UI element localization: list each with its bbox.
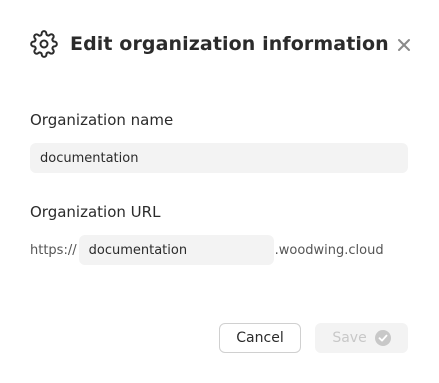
edit-organization-dialog: Edit organization information Organizati…: [0, 0, 439, 383]
organization-url-row: https:// .woodwing.cloud: [30, 235, 384, 265]
url-suffix: .woodwing.cloud: [274, 242, 384, 258]
save-button-label: Save: [332, 330, 367, 346]
organization-name-label: Organization name: [30, 111, 174, 129]
save-button[interactable]: Save: [315, 323, 408, 353]
close-icon[interactable]: [396, 37, 412, 53]
organization-url-label: Organization URL: [30, 203, 161, 221]
cancel-button[interactable]: Cancel: [219, 323, 301, 353]
cancel-button-label: Cancel: [236, 330, 284, 346]
organization-url-input[interactable]: [78, 235, 274, 265]
check-circle-icon: [374, 330, 391, 346]
organization-name-input[interactable]: [30, 143, 408, 173]
dialog-header: Edit organization information: [30, 30, 389, 58]
gear-icon: [30, 30, 58, 58]
dialog-title: Edit organization information: [70, 33, 389, 55]
url-prefix: https://: [30, 242, 77, 258]
